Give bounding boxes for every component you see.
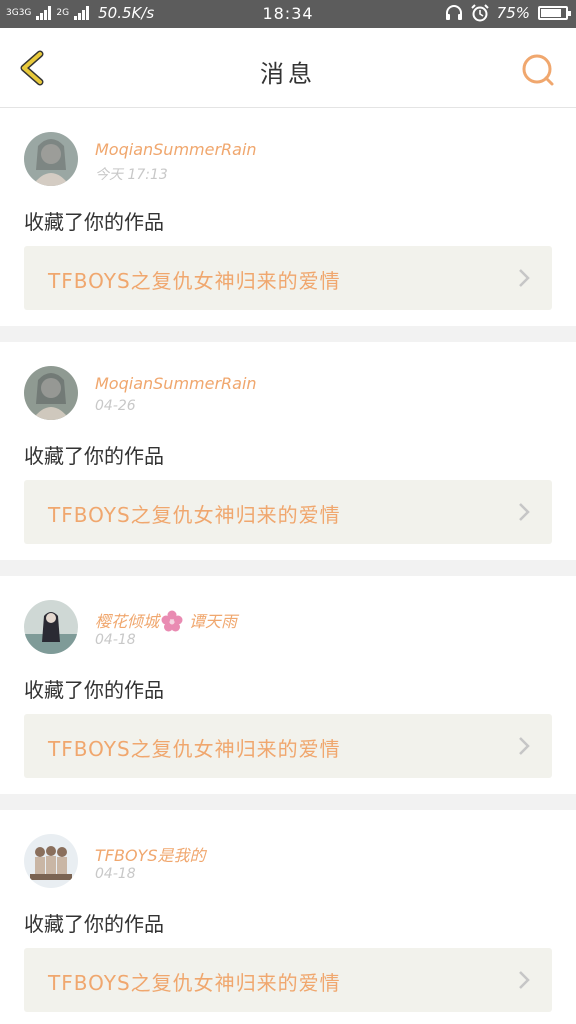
- message-date: 04-26: [95, 398, 136, 414]
- chevron-right-icon: [519, 737, 530, 755]
- chevron-right-icon: [519, 269, 530, 287]
- avatar[interactable]: [24, 366, 78, 420]
- action-text: 收藏了你的作品: [24, 444, 164, 468]
- message-card: MoqianSummerRain 04-26 收藏了你的作品 TFBOYS之复仇…: [0, 342, 576, 560]
- avatar-image: [24, 366, 78, 420]
- avatar[interactable]: [24, 834, 78, 888]
- message-date: 今天 17:13: [95, 167, 168, 183]
- status-right: 75%: [445, 4, 571, 22]
- headphones-icon: [445, 5, 462, 20]
- avatar[interactable]: [24, 600, 78, 654]
- work-link[interactable]: TFBOYS之复仇女神归来的爱情: [24, 480, 552, 544]
- work-link[interactable]: TFBOYS之复仇女神归来的爱情: [24, 714, 552, 778]
- action-text: 收藏了你的作品: [24, 678, 164, 702]
- status-bar: 3G3G 2G 50.5K/s 18:34 75%: [0, 0, 576, 28]
- action-text: 收藏了你的作品: [24, 210, 164, 234]
- message-card: TFBOYS是我的 04-18 收藏了你的作品 TFBOYS之复仇女神归来的爱情: [0, 810, 576, 1024]
- username[interactable]: TFBOYS是我的: [95, 842, 205, 866]
- search-icon[interactable]: [520, 52, 556, 88]
- avatar[interactable]: [24, 132, 78, 186]
- message-date: 04-18: [95, 866, 136, 882]
- work-title: TFBOYS之复仇女神归来的爱情: [48, 971, 341, 995]
- chevron-right-icon: [519, 503, 530, 521]
- flower-icon: [161, 610, 183, 632]
- work-title: TFBOYS之复仇女神归来的爱情: [48, 503, 341, 527]
- username[interactable]: MoqianSummerRain: [95, 374, 257, 393]
- work-link[interactable]: TFBOYS之复仇女神归来的爱情: [24, 246, 552, 310]
- battery-icon: [538, 6, 571, 20]
- message-card: MoqianSummerRain 今天 17:13 收藏了你的作品 TFBOYS…: [0, 108, 576, 326]
- username[interactable]: MoqianSummerRain: [95, 140, 257, 159]
- message-date: 04-18: [95, 632, 136, 648]
- avatar-image: [24, 834, 78, 888]
- work-title: TFBOYS之复仇女神归来的爱情: [48, 737, 341, 761]
- work-link[interactable]: TFBOYS之复仇女神归来的爱情: [24, 948, 552, 1012]
- message-list: MoqianSummerRain 今天 17:13 收藏了你的作品 TFBOYS…: [0, 108, 576, 1024]
- avatar-image: [24, 132, 78, 186]
- alarm-icon: [470, 4, 489, 22]
- battery-percent: 75%: [496, 4, 530, 22]
- page-title: 消息: [260, 60, 316, 88]
- work-title: TFBOYS之复仇女神归来的爱情: [48, 269, 341, 293]
- action-text: 收藏了你的作品: [24, 912, 164, 936]
- header: 消息: [0, 28, 576, 108]
- avatar-image: [24, 600, 78, 654]
- username[interactable]: 樱花倾城 谭天雨: [95, 608, 237, 632]
- message-card: 樱花倾城 谭天雨 04-18 收藏了你的作品 TFBOYS之复仇女神归来的爱情: [0, 576, 576, 794]
- chevron-right-icon: [519, 971, 530, 989]
